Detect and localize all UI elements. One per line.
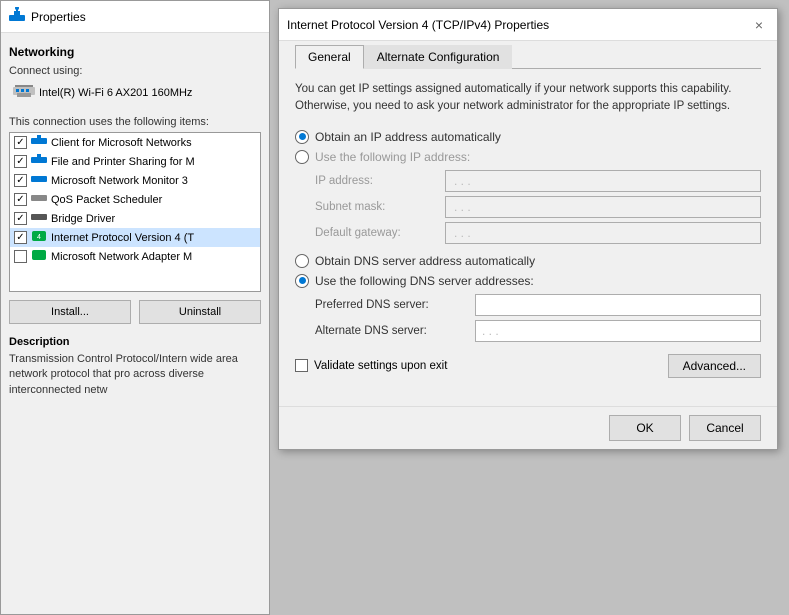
manual-dns-radio[interactable] — [295, 274, 309, 288]
net-icon — [31, 192, 47, 207]
checkbox[interactable] — [14, 155, 27, 168]
gateway-row: Default gateway: . . . — [315, 222, 761, 244]
preferred-dns-row: Preferred DNS server: — [315, 294, 761, 316]
preferred-dns-label: Preferred DNS server: — [315, 299, 475, 311]
install-button[interactable]: Install... — [9, 300, 131, 324]
tab-general[interactable]: General — [295, 45, 364, 69]
networking-section-label: Networking — [9, 45, 261, 59]
list-item[interactable]: QoS Packet Scheduler — [10, 190, 260, 209]
subnet-mask-row: Subnet mask: . . . — [315, 196, 761, 218]
dialog-body: General Alternate Configuration You can … — [279, 41, 777, 406]
list-item[interactable]: Client for Microsoft Networks — [10, 133, 260, 152]
list-item-label: Client for Microsoft Networks — [51, 137, 192, 149]
dialog-footer: OK Cancel — [279, 406, 777, 449]
gateway-dots: . . . — [450, 226, 475, 240]
checkbox[interactable] — [14, 231, 27, 244]
auto-ip-radio-row[interactable]: Obtain an IP address automatically — [295, 130, 761, 144]
list-item-label: Internet Protocol Version 4 (T — [51, 232, 194, 244]
connect-using-label: Connect using: — [9, 65, 261, 77]
auto-ip-label: Obtain an IP address automatically — [315, 130, 501, 144]
net-icon — [31, 173, 47, 188]
subnet-mask-input[interactable]: . . . — [445, 196, 761, 218]
dns-fields: Preferred DNS server: Alternate DNS serv… — [315, 294, 761, 342]
ok-button[interactable]: OK — [609, 415, 681, 441]
gateway-label: Default gateway: — [315, 227, 445, 239]
uninstall-button[interactable]: Uninstall — [139, 300, 261, 324]
adapter-name: Intel(R) Wi-Fi 6 AX201 160MHz — [39, 87, 192, 99]
checkbox[interactable] — [14, 136, 27, 149]
dialog-title: Internet Protocol Version 4 (TCP/IPv4) P… — [287, 18, 549, 32]
auto-ip-radio[interactable] — [295, 130, 309, 144]
list-item[interactable]: Bridge Driver — [10, 209, 260, 228]
gateway-input[interactable]: . . . — [445, 222, 761, 244]
auto-dns-radio-row[interactable]: Obtain DNS server address automatically — [295, 254, 761, 268]
auto-dns-label: Obtain DNS server address automatically — [315, 254, 535, 268]
alternate-dns-input[interactable]: . . . — [475, 320, 761, 342]
manual-dns-radio-row[interactable]: Use the following DNS server addresses: — [295, 274, 761, 288]
checkbox[interactable] — [14, 193, 27, 206]
tab-alternate-config[interactable]: Alternate Configuration — [364, 45, 513, 69]
description-text: Transmission Control Protocol/Intern wid… — [9, 352, 261, 398]
checkbox[interactable] — [14, 174, 27, 187]
preferred-dns-input[interactable] — [475, 294, 761, 316]
net-icon — [31, 211, 47, 226]
dns-section: Obtain DNS server address automatically … — [295, 254, 761, 342]
install-uninstall-buttons: Install... Uninstall — [9, 300, 261, 324]
alternate-dns-row: Alternate DNS server: . . . — [315, 320, 761, 342]
ip-address-row: IP address: . . . — [315, 170, 761, 192]
manual-ip-label: Use the following IP address: — [315, 150, 470, 164]
ip-fields: IP address: . . . Subnet mask: . . . Def… — [315, 170, 761, 244]
bg-network-icon — [9, 7, 25, 26]
tab-bar: General Alternate Configuration — [295, 41, 761, 69]
protocol-icon: 4 — [31, 230, 47, 245]
checkbox[interactable] — [14, 250, 27, 263]
info-text: You can get IP settings assigned automat… — [295, 81, 761, 116]
manual-dns-label: Use the following DNS server addresses: — [315, 274, 534, 288]
alternate-dns-dots: . . . — [480, 324, 501, 338]
list-item-label: Microsoft Network Monitor 3 — [51, 175, 188, 187]
svg-text:4: 4 — [37, 234, 41, 241]
close-button[interactable]: × — [749, 15, 769, 35]
list-item[interactable]: 4 Internet Protocol Version 4 (T — [10, 228, 260, 247]
alternate-dns-label: Alternate DNS server: — [315, 325, 475, 337]
bg-titlebar: Properties — [1, 1, 269, 33]
auto-dns-radio[interactable] — [295, 254, 309, 268]
tcp-ipv4-dialog: Internet Protocol Version 4 (TCP/IPv4) P… — [278, 8, 778, 450]
list-item[interactable]: Microsoft Network Adapter M — [10, 247, 260, 266]
list-item-label: QoS Packet Scheduler — [51, 194, 162, 206]
ip-dots: . . . — [450, 174, 475, 188]
ip-section: Obtain an IP address automatically Use t… — [295, 130, 761, 244]
protocol-icon — [31, 249, 47, 264]
manual-ip-radio[interactable] — [295, 150, 309, 164]
adapter-icon — [13, 83, 35, 102]
net-icon — [31, 154, 47, 169]
validate-checkbox[interactable] — [295, 359, 308, 372]
list-item-label: File and Printer Sharing for M — [51, 156, 195, 168]
net-icon — [31, 135, 47, 150]
subnet-mask-label: Subnet mask: — [315, 201, 445, 213]
manual-ip-radio-row[interactable]: Use the following IP address: — [295, 150, 761, 164]
subnet-dots: . . . — [450, 200, 475, 214]
list-item[interactable]: Microsoft Network Monitor 3 — [10, 171, 260, 190]
adapter-row: Intel(R) Wi-Fi 6 AX201 160MHz — [9, 81, 261, 104]
items-label: This connection uses the following items… — [9, 116, 261, 128]
components-listbox[interactable]: Client for Microsoft Networks File and P… — [9, 132, 261, 292]
checkbox[interactable] — [14, 212, 27, 225]
ip-address-input[interactable]: . . . — [445, 170, 761, 192]
dialog-titlebar: Internet Protocol Version 4 (TCP/IPv4) P… — [279, 9, 777, 41]
cancel-button[interactable]: Cancel — [689, 415, 761, 441]
list-item-label: Microsoft Network Adapter M — [51, 251, 192, 263]
description-label: Description — [9, 336, 261, 348]
validate-label: Validate settings upon exit — [314, 360, 447, 372]
list-item[interactable]: File and Printer Sharing for M — [10, 152, 260, 171]
validate-checkbox-row[interactable]: Validate settings upon exit — [295, 359, 447, 372]
advanced-button[interactable]: Advanced... — [668, 354, 761, 378]
ip-address-label: IP address: — [315, 175, 445, 187]
bottom-row: Validate settings upon exit Advanced... — [295, 354, 761, 378]
bg-properties-window: Properties Networking Connect using: Int… — [0, 0, 270, 615]
list-item-label: Bridge Driver — [51, 213, 115, 225]
bg-window-title: Properties — [31, 10, 86, 24]
